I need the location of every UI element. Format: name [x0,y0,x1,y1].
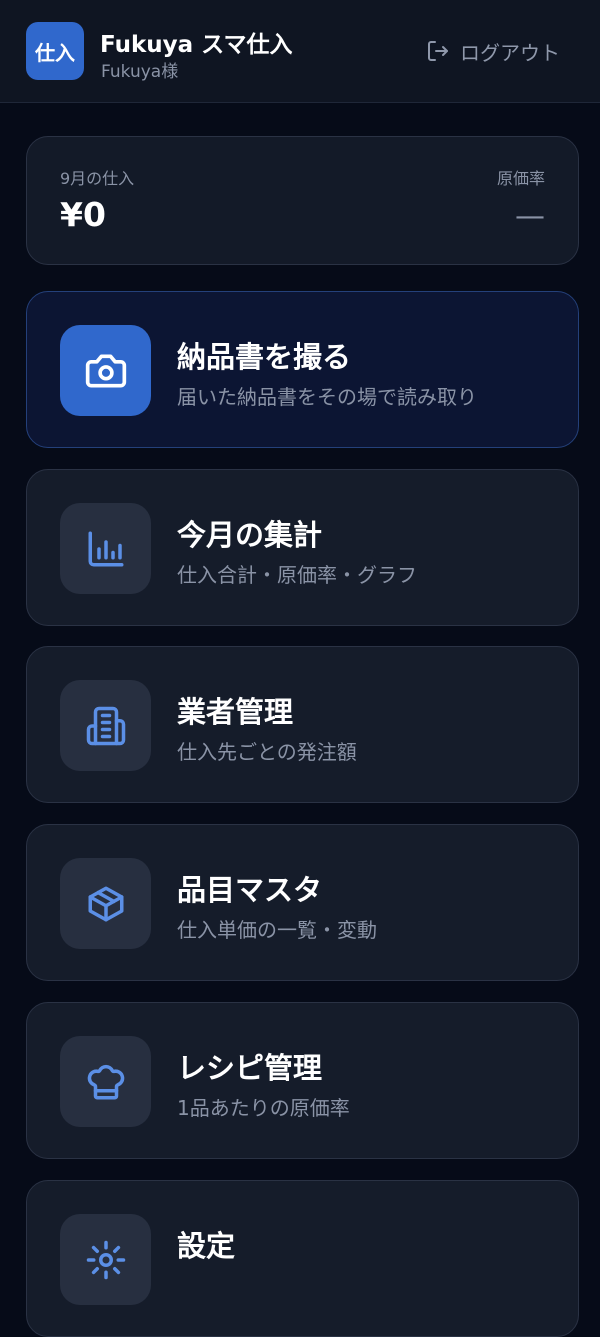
menu-card-settings[interactable]: 設定 [26,1180,579,1337]
menu-card-icon-tile [60,1214,151,1305]
menu-card-title: 設定 [177,1229,236,1263]
camera-icon [85,354,126,387]
user-name: Fukuya様 [101,62,179,82]
package-icon [88,886,123,921]
building-icon [86,706,125,745]
chef-hat-icon [87,1064,124,1099]
monthly-purchase-value: ¥0 [60,195,106,234]
logout-icon [428,41,448,61]
menu-card-icon-tile [60,1036,151,1127]
menu-card-capture-invoice[interactable]: 納品書を撮る 届いた納品書をその場で読み取り [26,291,579,448]
menu-card-title: レシピ管理 [177,1051,323,1085]
settings-icon [86,1240,125,1279]
menu-card-subtitle: 仕入先ごとの発注額 [177,740,357,764]
cost-ratio-label: 原価率 [496,169,545,188]
monthly-summary-card: 9月の仕入 ¥0 原価率 — [26,136,579,265]
monthly-purchase-label: 9月の仕入 [60,169,135,188]
menu-card-icon-tile [60,680,151,771]
menu-card-icon-tile [60,858,151,949]
menu-card-title: 今月の集計 [177,518,323,552]
menu-card-subtitle: 1品あたりの原価率 [177,1096,350,1120]
menu-card-recipe-management[interactable]: レシピ管理 1品あたりの原価率 [26,1002,579,1159]
logout-label: ログアウト [460,40,560,65]
cost-ratio-value: — [515,199,545,234]
app-title: Fukuya スマ仕入 [100,32,293,58]
menu-card-subtitle: 仕入単価の一覧・変動 [177,918,377,942]
logout-button[interactable]: ログアウト [426,36,560,66]
bar-chart-icon [88,531,123,566]
menu-card-icon-tile [60,503,151,594]
menu-card-subtitle: 仕入合計・原価率・グラフ [177,563,417,587]
app-logo: 仕入 [26,22,84,80]
menu-card-title: 業者管理 [177,695,294,729]
menu-card-supplier-management[interactable]: 業者管理 仕入先ごとの発注額 [26,646,579,803]
menu-card-monthly-totals[interactable]: 今月の集計 仕入合計・原価率・グラフ [26,469,579,626]
menu-card-title: 納品書を撮る [177,340,352,374]
menu-card-icon-tile [60,325,151,416]
menu-card-title: 品目マスタ [177,873,323,907]
menu-card-item-master[interactable]: 品目マスタ 仕入単価の一覧・変動 [26,824,579,981]
menu-card-subtitle: 届いた納品書をその場で読み取り [177,385,477,409]
app-header: 仕入 Fukuya スマ仕入 Fukuya様 ログアウト [0,0,600,103]
